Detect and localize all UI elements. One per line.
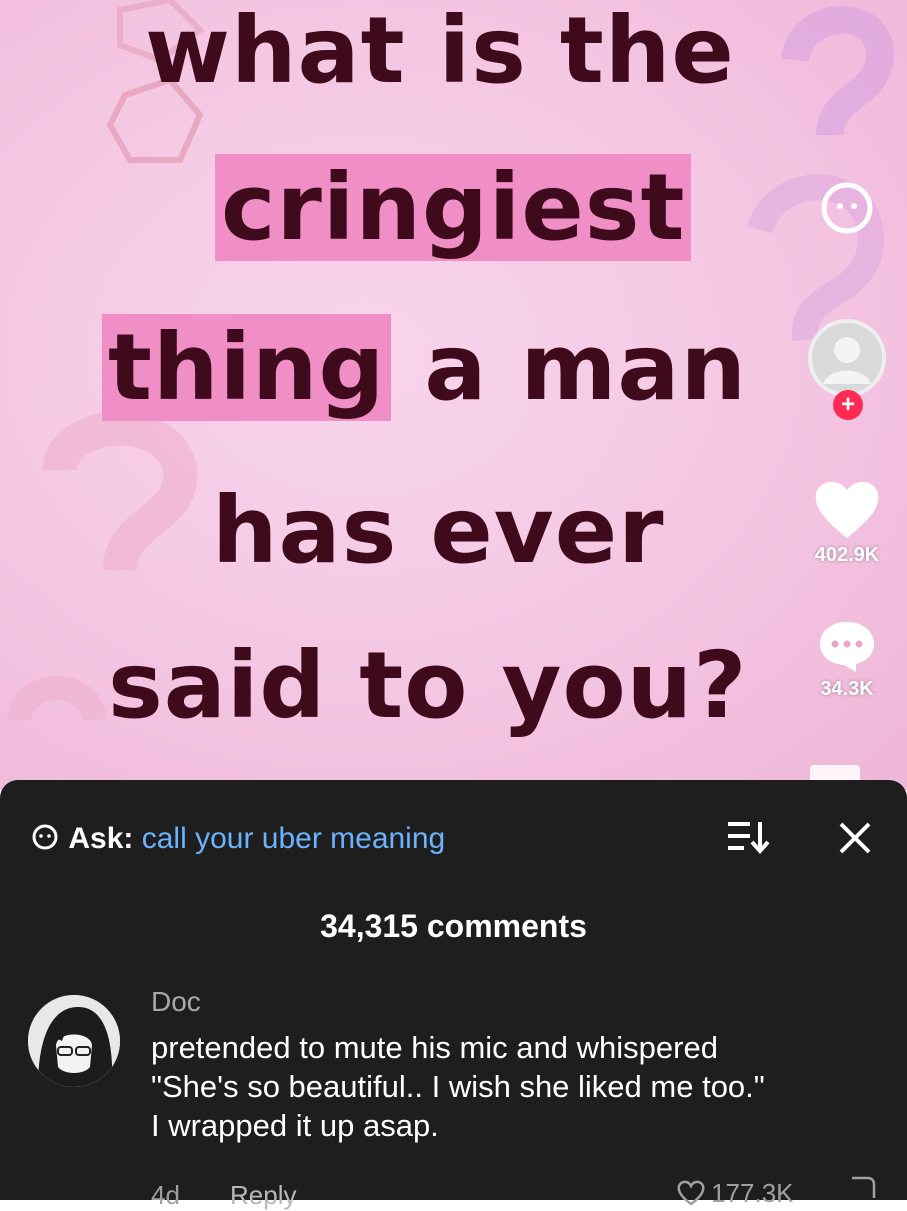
like-button[interactable]: 402.9K [805, 478, 889, 567]
like-count: 402.9K [814, 544, 880, 566]
close-icon [839, 822, 871, 854]
comment-text: pretended to mute his mic and whispered … [151, 1028, 891, 1145]
sort-button[interactable] [724, 816, 772, 856]
caption-line-4: has ever [212, 477, 665, 584]
commenter-avatar[interactable] [28, 995, 120, 1087]
caption-line-3: thing a man [102, 314, 747, 421]
avatar-placeholder-icon [808, 319, 886, 397]
caption-line-2: cringiest [215, 154, 692, 261]
dislike-icon [852, 1176, 876, 1198]
caption-line-3-rest: a man [424, 314, 747, 421]
comment-bubble-icon [820, 622, 874, 672]
plus-icon: + [840, 391, 855, 418]
comment-button[interactable]: 34.3K [805, 618, 889, 701]
comment-age: 4d [151, 1180, 180, 1210]
heart-outline-icon [677, 1180, 705, 1206]
heart-icon [815, 481, 879, 538]
caption-highlight-cringiest: cringiest [215, 154, 692, 261]
anime-avatar-image [28, 995, 120, 1087]
comment-text-line: I wrapped it up asap. [151, 1108, 439, 1143]
search-emoji-button[interactable] [805, 178, 889, 242]
ask-search-bar[interactable]: Ask: call your uber meaning [30, 822, 445, 856]
comment-like-count: 177.3K [711, 1178, 794, 1208]
ask-query-link[interactable]: call your uber meaning [142, 822, 446, 855]
caption-highlight-thing: thing [102, 314, 392, 421]
video-background[interactable]: what is the cringiest thing a man has ev… [0, 0, 907, 790]
follow-plus-button[interactable]: + [833, 390, 863, 420]
ask-smiley-icon [32, 824, 58, 850]
creator-avatar-button[interactable]: + [805, 318, 889, 420]
smiley-chat-icon [821, 182, 873, 234]
reply-button[interactable]: Reply [230, 1180, 296, 1211]
comment-text-line: pretended to mute his mic and whispered [151, 1030, 718, 1065]
comment-text-line: "She's so beautiful.. I wish she liked m… [151, 1069, 765, 1104]
caption-line-1: what is the [145, 0, 735, 104]
comments-count-title: 34,315 comments [320, 908, 587, 944]
comment-like-button[interactable]: 177.3K [676, 1178, 794, 1208]
commenter-username[interactable]: Doc [151, 986, 201, 1018]
comment-count: 34.3K [820, 678, 874, 700]
caption-line-5: said to you? [108, 632, 748, 739]
close-button[interactable] [835, 818, 875, 858]
ask-label: Ask: [68, 822, 134, 855]
sort-icon [728, 822, 770, 855]
